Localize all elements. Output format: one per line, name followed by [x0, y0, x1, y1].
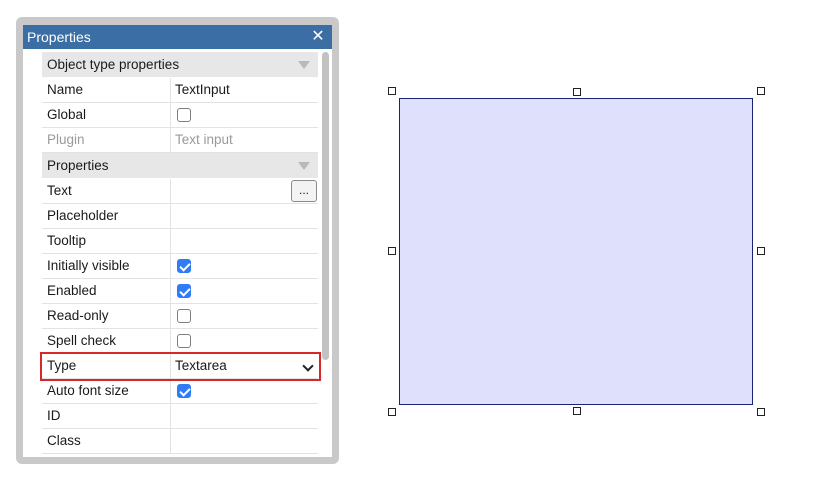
row-label: Enabled	[47, 283, 97, 298]
text-edit-button[interactable]: ...	[291, 180, 317, 202]
row-enabled[interactable]: Enabled	[42, 279, 318, 304]
row-label: Name	[47, 82, 84, 97]
row-label: Plugin	[47, 132, 85, 147]
row-label: Type	[47, 358, 77, 373]
plugin-value: Text input	[175, 132, 233, 147]
resize-handle-top[interactable]	[573, 88, 581, 96]
panel-titlebar[interactable]: Properties ✕	[23, 25, 332, 49]
row-type[interactable]: Type Textarea	[42, 354, 318, 379]
resize-handle-right[interactable]	[757, 247, 765, 255]
resize-handle-bottom[interactable]	[573, 407, 581, 415]
enabled-checkbox[interactable]	[177, 284, 191, 298]
section-label: Properties	[47, 158, 109, 173]
tooltip-field[interactable]	[170, 229, 318, 253]
resize-handle-bottom-left[interactable]	[388, 408, 396, 416]
chevron-down-icon[interactable]	[302, 360, 314, 372]
spell-check-checkbox[interactable]	[177, 334, 191, 348]
row-label: Text	[47, 183, 72, 198]
text-field[interactable]: ...	[170, 179, 318, 203]
id-field[interactable]	[170, 404, 318, 428]
panel-scrollbar[interactable]	[322, 52, 329, 360]
read-only-checkbox[interactable]	[177, 309, 191, 323]
section-properties[interactable]: Properties	[42, 153, 318, 179]
collapse-triangle-icon[interactable]	[298, 162, 310, 170]
type-select[interactable]: Textarea	[170, 354, 318, 378]
row-plugin: Plugin Text input	[42, 128, 318, 153]
global-checkbox[interactable]	[177, 108, 191, 122]
row-label: Auto font size	[47, 383, 129, 398]
row-label: Global	[47, 107, 87, 122]
row-label: Tooltip	[47, 233, 87, 248]
resize-handle-bottom-right[interactable]	[757, 408, 765, 416]
row-label: Placeholder	[47, 208, 119, 223]
row-label: Class	[47, 433, 81, 448]
row-initially-visible[interactable]: Initially visible	[42, 254, 318, 279]
name-field[interactable]: TextInput	[170, 78, 318, 102]
row-class[interactable]: Class	[42, 429, 318, 454]
row-id[interactable]: ID	[42, 404, 318, 429]
auto-font-size-checkbox[interactable]	[177, 384, 191, 398]
row-auto-font-size[interactable]: Auto font size	[42, 379, 318, 404]
placeholder-field[interactable]	[170, 204, 318, 228]
row-label: Read-only	[47, 308, 109, 323]
properties-panel: Properties ✕ Object type properties Name…	[23, 25, 332, 457]
resize-handle-top-right[interactable]	[757, 87, 765, 95]
row-label: ID	[47, 408, 61, 423]
row-global[interactable]: Global	[42, 103, 318, 128]
row-read-only[interactable]: Read-only	[42, 304, 318, 329]
close-icon[interactable]: ✕	[310, 27, 326, 47]
section-label: Object type properties	[47, 57, 180, 72]
class-field[interactable]	[170, 429, 318, 453]
initially-visible-checkbox[interactable]	[177, 259, 191, 273]
row-label: Spell check	[47, 333, 117, 348]
collapse-triangle-icon[interactable]	[298, 61, 310, 69]
text-input-object[interactable]	[399, 98, 753, 405]
panel-title: Properties	[27, 29, 91, 45]
property-grid: Object type properties Name TextInput Gl…	[42, 52, 318, 454]
resize-handle-left[interactable]	[388, 247, 396, 255]
row-text[interactable]: Text ...	[42, 179, 318, 204]
resize-handle-top-left[interactable]	[388, 87, 396, 95]
type-value: Textarea	[175, 358, 227, 373]
row-spell-check[interactable]: Spell check	[42, 329, 318, 354]
name-value: TextInput	[175, 82, 230, 97]
row-tooltip[interactable]: Tooltip	[42, 229, 318, 254]
row-placeholder[interactable]: Placeholder	[42, 204, 318, 229]
row-label: Initially visible	[47, 258, 130, 273]
section-object-type-properties[interactable]: Object type properties	[42, 52, 318, 78]
row-name[interactable]: Name TextInput	[42, 78, 318, 103]
